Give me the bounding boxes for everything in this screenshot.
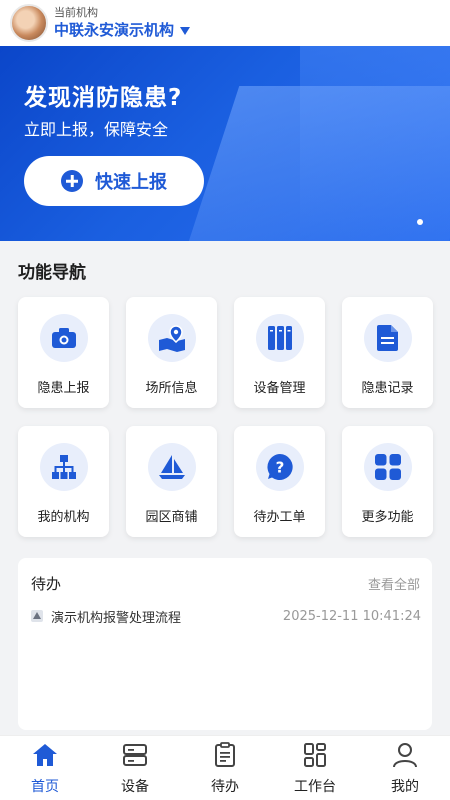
feature-my-organization[interactable]: 我的机构: [18, 426, 109, 537]
home-icon: [31, 742, 59, 772]
workbench-icon: [301, 742, 329, 772]
feature-label: 园区商铺: [145, 510, 198, 525]
org-chart-icon: [39, 443, 88, 491]
tab-label: 我的: [391, 779, 419, 795]
pending-title: 待办: [31, 575, 62, 593]
feature-label: 我的机构: [37, 510, 90, 525]
map-pin-icon: [147, 314, 196, 362]
hero-banner: 发现消防隐患? 立即上报，保障安全 快速上报: [0, 46, 450, 241]
pending-item-title: 演示机构报警处理流程: [51, 610, 182, 626]
feature-hazard-report[interactable]: 隐患上报: [18, 297, 109, 408]
feature-label: 隐患上报: [37, 381, 90, 396]
list-item[interactable]: 演示机构报警处理流程 2025-12-11 10:41:24: [31, 606, 421, 626]
feature-device-management[interactable]: 设备管理: [234, 297, 325, 408]
feature-grid: 隐患上报 场所信息 设备管理 隐患记录 我的机构 园区商铺 ? 待办工单 更多功…: [18, 297, 433, 537]
carousel-dot[interactable]: [417, 219, 423, 225]
banner-decoration-shard: [180, 86, 450, 241]
feature-more[interactable]: 更多功能: [342, 426, 433, 537]
quick-report-button[interactable]: 快速上报: [24, 156, 204, 206]
tab-label: 工作台: [294, 779, 336, 795]
banner-title: 发现消防隐患?: [24, 85, 183, 111]
tab-workbench[interactable]: 工作台: [270, 736, 360, 800]
caret-down-icon[interactable]: [180, 27, 191, 35]
feature-venue-info[interactable]: 场所信息: [126, 297, 217, 408]
org-switcher[interactable]: 当前机构 中联永安演示机构: [54, 6, 191, 40]
quick-report-label: 快速上报: [95, 172, 167, 193]
user-icon: [391, 742, 419, 772]
pending-item-time: 2025-12-11 10:41:24: [282, 608, 421, 624]
tab-profile[interactable]: 我的: [360, 736, 450, 800]
banner-subtitle: 立即上报，保障安全: [24, 120, 169, 139]
view-all-link[interactable]: 查看全部: [368, 574, 420, 593]
bottom-tab-bar: 首页 设备 待办 工作台 我的: [0, 735, 450, 800]
document-icon: [363, 314, 412, 362]
avatar[interactable]: [10, 4, 48, 42]
svg-text:?: ?: [275, 459, 284, 477]
tab-label: 待办: [211, 779, 239, 795]
tab-label: 设备: [121, 779, 149, 795]
feature-label: 待办工单: [253, 510, 306, 525]
feature-label: 隐患记录: [361, 381, 414, 396]
feature-park-shops[interactable]: 园区商铺: [126, 426, 217, 537]
feature-label: 更多功能: [361, 510, 414, 525]
tab-pending[interactable]: 待办: [180, 736, 270, 800]
warning-triangle-icon: [31, 610, 43, 622]
section-title: 功能导航: [18, 263, 86, 283]
device-icon: [121, 742, 149, 772]
tab-home[interactable]: 首页: [0, 736, 90, 800]
feature-pending-orders[interactable]: ? 待办工单: [234, 426, 325, 537]
plus-circle-icon: [61, 170, 83, 192]
org-name[interactable]: 中联永安演示机构: [54, 20, 174, 40]
org-name-row[interactable]: 中联永安演示机构: [54, 20, 191, 40]
org-label: 当前机构: [54, 6, 98, 19]
camera-icon: [39, 314, 88, 362]
question-icon: ?: [255, 443, 304, 491]
feature-label: 设备管理: [253, 381, 306, 396]
feature-label: 场所信息: [145, 381, 198, 396]
grid-icon: [363, 443, 412, 491]
clipboard-icon: [211, 742, 239, 772]
feature-hazard-records[interactable]: 隐患记录: [342, 297, 433, 408]
tab-devices[interactable]: 设备: [90, 736, 180, 800]
tab-label: 首页: [31, 779, 59, 795]
sailboat-icon: [147, 443, 196, 491]
binders-icon: [255, 314, 304, 362]
top-header: 当前机构 中联永安演示机构: [0, 0, 450, 46]
pending-panel: 待办 查看全部 演示机构报警处理流程 2025-12-11 10:41:24: [18, 558, 432, 730]
